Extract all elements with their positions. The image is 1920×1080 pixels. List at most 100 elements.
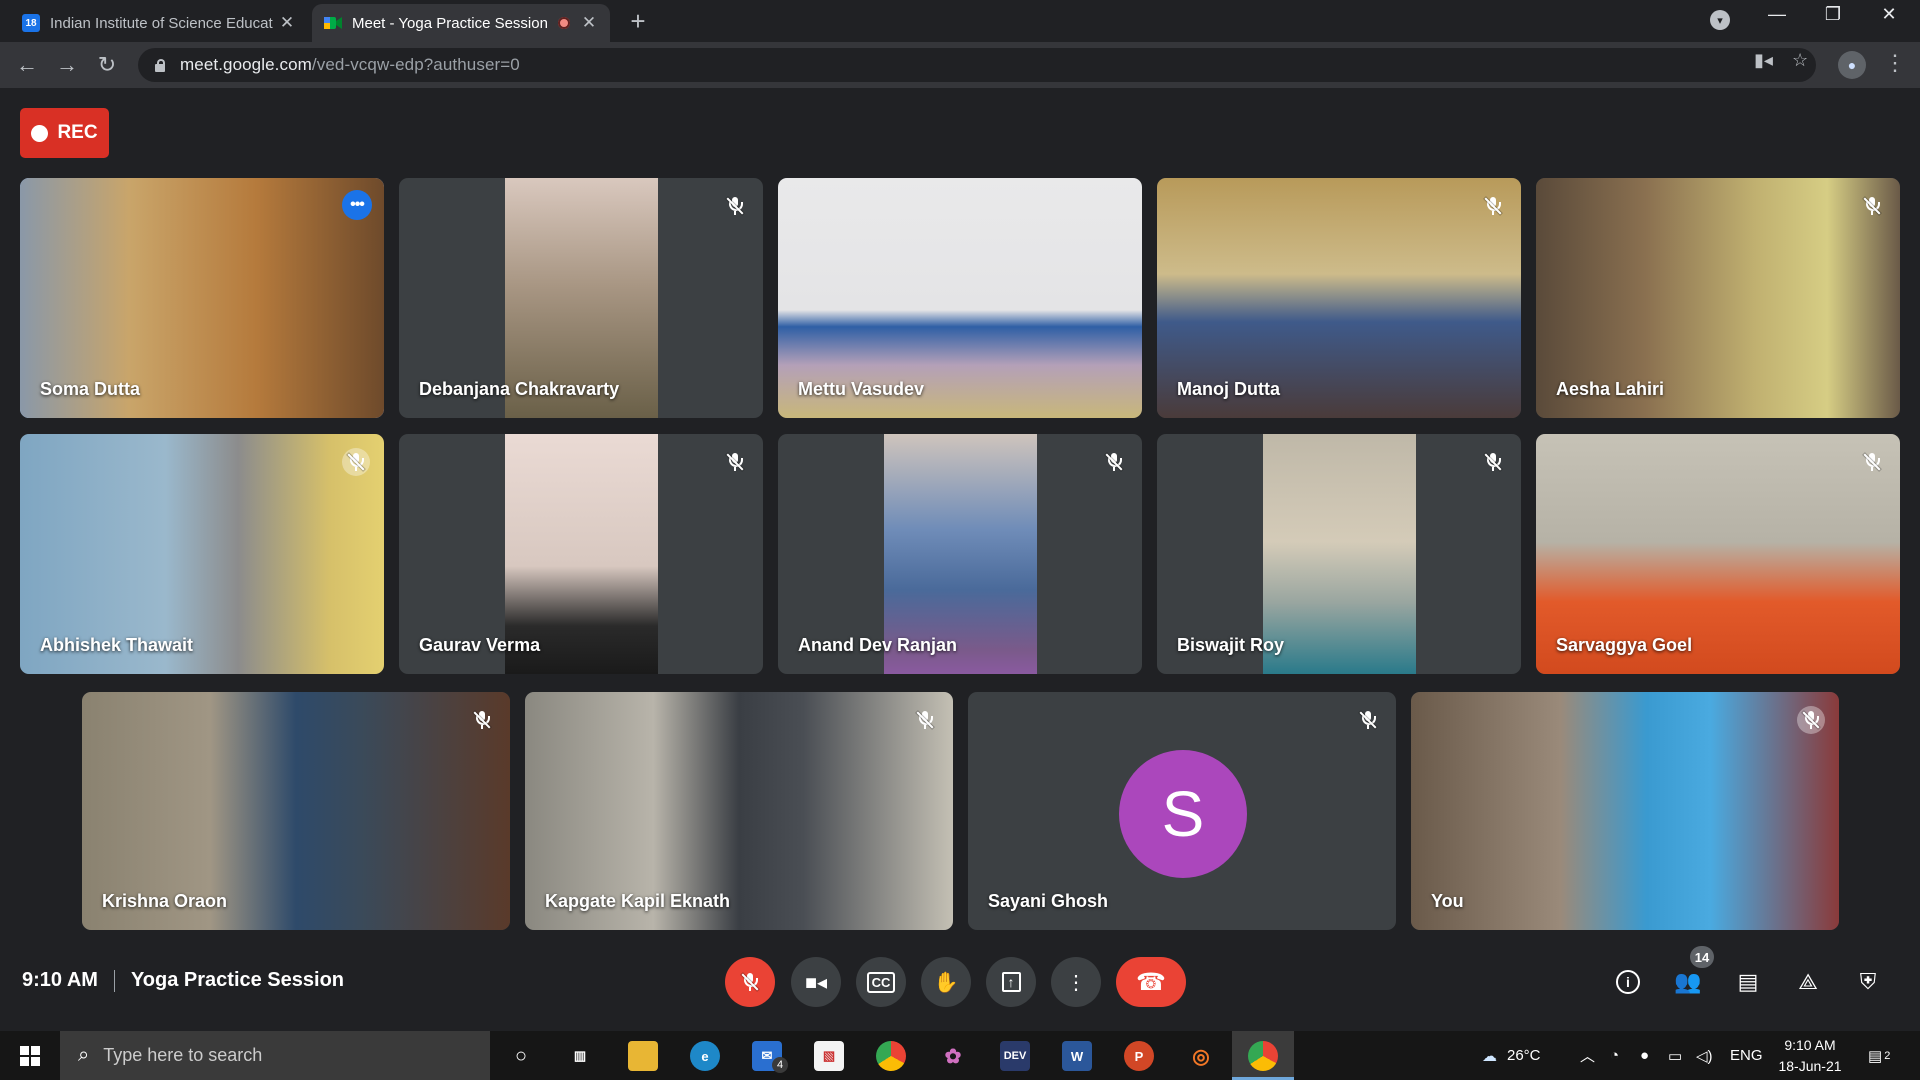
taskbar-date: 18-Jun-21 xyxy=(1778,1058,1842,1074)
captions-button[interactable]: CC xyxy=(856,957,906,1007)
back-arrow-icon[interactable]: ← xyxy=(12,50,42,80)
language-indicator[interactable]: ENG xyxy=(1730,1031,1763,1080)
tab-calendar[interactable]: 18 Indian Institute of Science Educat ✕ xyxy=(10,4,308,42)
tab-title: Indian Institute of Science Educat xyxy=(50,14,273,32)
mic-off-icon xyxy=(468,706,496,734)
browser-menu-icon[interactable]: ⋮ xyxy=(1884,50,1906,76)
cortana-icon[interactable]: ○ xyxy=(506,1041,536,1071)
chat-icon: ▤ xyxy=(1737,969,1759,994)
participant-tile-gaurav-verma[interactable]: Gaurav Verma xyxy=(399,434,763,674)
close-tab-icon[interactable]: ✕ xyxy=(278,13,296,33)
meeting-time: 9:10 AM xyxy=(22,969,98,991)
present-screen-button[interactable]: ↑ xyxy=(986,957,1036,1007)
show-everyone-button[interactable]: 👥 xyxy=(1672,966,1704,998)
meeting-title: Yoga Practice Session xyxy=(130,969,345,991)
minimize-icon[interactable]: — xyxy=(1754,4,1800,25)
participant-video xyxy=(1411,692,1839,930)
participant-tile-soma-dutta[interactable]: ••• Soma Dutta xyxy=(20,178,384,418)
mic-off-icon xyxy=(1858,448,1886,476)
mic-off-icon xyxy=(721,192,749,220)
calendar-icon: 18 xyxy=(22,14,40,32)
camera-toggle-button[interactable]: ■◂ xyxy=(791,957,841,1007)
notification-center-icon[interactable]: ▤ 2 xyxy=(1868,1031,1890,1080)
participant-name: Krishna Oraon xyxy=(102,891,228,911)
participant-name: Gaurav Verma xyxy=(419,635,541,655)
browser-toolbar: ← → ↻ meet.google.com/ved-vcqw-edp?authu… xyxy=(0,42,1920,88)
activities-icon: ⟁ xyxy=(1798,969,1818,994)
participant-tile-manoj-dutta[interactable]: Manoj Dutta xyxy=(1157,178,1521,418)
leave-call-button[interactable]: ☎ xyxy=(1116,957,1186,1007)
chrome-active-icon[interactable] xyxy=(1248,1041,1278,1071)
participant-name: Soma Dutta xyxy=(40,379,141,399)
participant-tile-you[interactable]: You xyxy=(1411,692,1839,930)
wifi-icon[interactable]: ◔ xyxy=(1610,1031,1619,1080)
profile-avatar[interactable]: ● xyxy=(1838,51,1866,79)
participant-tile-biswajit-roy[interactable]: Biswajit Roy xyxy=(1157,434,1521,674)
participant-tile-sayani-ghosh[interactable]: S Sayani Ghosh xyxy=(968,692,1396,930)
word-icon[interactable]: W xyxy=(1062,1041,1092,1071)
participant-name: Mettu Vasudev xyxy=(798,379,925,399)
forward-arrow-icon[interactable]: → xyxy=(52,50,82,80)
raise-hand-button[interactable]: ✋ xyxy=(921,957,971,1007)
participant-tile-mettu-vasudev[interactable]: Mettu Vasudev xyxy=(778,178,1142,418)
show-hidden-icons-icon[interactable]: ︿ xyxy=(1580,1031,1595,1080)
activities-button[interactable]: ⟁ xyxy=(1792,966,1824,998)
more-options-icon[interactable]: ••• xyxy=(342,190,372,220)
participant-tile-abhishek-thawait[interactable]: Abhishek Thawait xyxy=(20,434,384,674)
bookmark-star-icon[interactable]: ☆ xyxy=(1792,50,1808,71)
jupyter-icon[interactable]: ◎ xyxy=(1186,1041,1216,1071)
participant-tile-debanjana-chakravarty[interactable]: Debanjana Chakravarty xyxy=(399,178,763,418)
taskbar-clock[interactable]: 9:10 AM 18-Jun-21 xyxy=(1770,1035,1850,1077)
participant-name: Sarvaggya Goel xyxy=(1556,635,1693,655)
camera-in-use-icon[interactable]: ▮◂ xyxy=(1754,50,1773,71)
meeting-info: 9:10 AM Yoga Practice Session xyxy=(22,969,344,992)
dev-cpp-icon[interactable]: DEV xyxy=(1000,1041,1030,1071)
tab-title: Meet - Yoga Practice Session xyxy=(352,14,548,32)
host-controls-button[interactable]: ⛨ xyxy=(1852,966,1884,998)
participant-tile-krishna-oraon[interactable]: Krishna Oraon xyxy=(82,692,510,930)
file-explorer-icon[interactable] xyxy=(628,1041,658,1071)
video-camera-icon: ■◂ xyxy=(804,971,828,994)
microphone-icon[interactable]: ● xyxy=(1640,1031,1649,1080)
taskbar-search[interactable]: ⌕ Type here to search xyxy=(60,1031,490,1080)
participant-tile-kapgate-kapil-eknath[interactable]: Kapgate Kapil Eknath xyxy=(525,692,953,930)
participant-name: Sayani Ghosh xyxy=(988,891,1109,911)
edge-icon[interactable]: e xyxy=(690,1041,720,1071)
meeting-details-button[interactable]: i xyxy=(1612,966,1644,998)
taskbar-time: 9:10 AM xyxy=(1784,1037,1836,1053)
participant-name: Abhishek Thawait xyxy=(40,635,194,655)
mic-off-icon xyxy=(1797,706,1825,734)
participant-tile-sarvaggya-goel[interactable]: Sarvaggya Goel xyxy=(1536,434,1900,674)
participant-video xyxy=(1263,434,1416,674)
chrome-icon[interactable] xyxy=(876,1041,906,1071)
powerpoint-icon[interactable]: P xyxy=(1124,1041,1154,1071)
participant-count-badge: 14 xyxy=(1690,946,1714,968)
mic-off-icon xyxy=(1479,448,1507,476)
new-tab-button[interactable]: + xyxy=(624,6,652,37)
tab-meet[interactable]: Meet - Yoga Practice Session ✕ xyxy=(312,4,610,42)
participant-tile-anand-dev-ranjan[interactable]: Anand Dev Ranjan xyxy=(778,434,1142,674)
notification-count: 2 xyxy=(1884,1049,1891,1062)
start-button[interactable] xyxy=(0,1031,60,1080)
address-bar[interactable]: meet.google.com/ved-vcqw-edp?authuser=0 xyxy=(138,48,1816,82)
chat-button[interactable]: ▤ xyxy=(1732,966,1764,998)
participant-name: Biswajit Roy xyxy=(1177,635,1285,655)
tab-search-icon[interactable]: ▾ xyxy=(1710,10,1730,30)
photos-icon[interactable]: ▧ xyxy=(814,1041,844,1071)
close-tab-icon[interactable]: ✕ xyxy=(580,13,598,33)
present-icon: ↑ xyxy=(1001,972,1021,992)
mic-toggle-button[interactable] xyxy=(725,957,775,1007)
restore-icon[interactable]: ❐ xyxy=(1810,4,1856,25)
weather-widget[interactable]: ☁ 26°C xyxy=(1482,1031,1541,1080)
task-view-icon[interactable]: ▥ xyxy=(565,1041,595,1071)
recording-badge: REC xyxy=(20,108,109,158)
battery-icon[interactable]: ▭ xyxy=(1668,1031,1682,1080)
participant-tile-aesha-lahiri[interactable]: Aesha Lahiri xyxy=(1536,178,1900,418)
participant-name: Aesha Lahiri xyxy=(1556,379,1665,399)
reload-icon[interactable]: ↻ xyxy=(92,50,122,80)
more-options-button[interactable]: ⋮ xyxy=(1051,957,1101,1007)
paint-icon[interactable]: ✿ xyxy=(938,1041,968,1071)
close-window-icon[interactable]: ✕ xyxy=(1866,4,1912,25)
participant-name: Manoj Dutta xyxy=(1177,379,1280,399)
volume-icon[interactable]: ◁) xyxy=(1696,1031,1713,1080)
